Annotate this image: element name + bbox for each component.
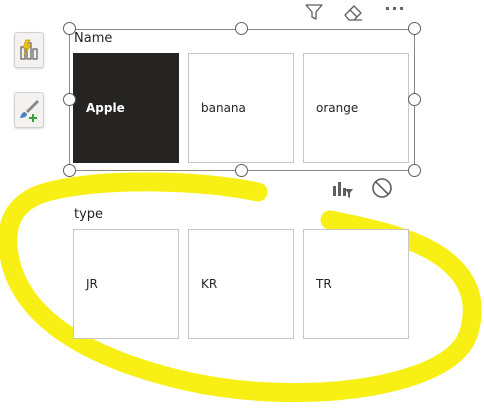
name-slicer-title: Name — [74, 31, 113, 46]
slicer-tile-banana[interactable]: banana — [188, 53, 294, 163]
none-interaction-icon[interactable] — [370, 176, 394, 200]
filter-icon[interactable] — [303, 0, 325, 24]
build-visual-button[interactable] — [14, 32, 44, 68]
format-visual-icon — [20, 100, 39, 122]
resize-handle-middle-right[interactable] — [408, 93, 421, 106]
resize-handle-bottom-left[interactable] — [63, 164, 76, 177]
slicer-tile-orange[interactable]: orange — [303, 53, 409, 163]
resize-handle-top-center[interactable] — [235, 22, 248, 35]
resize-handle-top-right[interactable] — [408, 22, 421, 35]
resize-handle-middle-left[interactable] — [63, 93, 76, 106]
slicer-tile-apple[interactable]: Apple — [73, 53, 179, 163]
more-options-icon[interactable]: ··· — [381, 0, 409, 20]
build-visual-icon — [20, 39, 38, 60]
resize-handle-bottom-right[interactable] — [408, 164, 421, 177]
format-visual-button[interactable] — [14, 92, 44, 128]
slicer-tile-jr[interactable]: JR — [73, 229, 179, 339]
eraser-icon[interactable] — [341, 0, 365, 24]
slicer-tile-kr[interactable]: KR — [188, 229, 294, 339]
slicer-tile-tr[interactable]: TR — [303, 229, 409, 339]
resize-handle-top-left[interactable] — [63, 22, 76, 35]
filter-visual-icon[interactable] — [330, 176, 354, 200]
resize-handle-bottom-center[interactable] — [235, 164, 248, 177]
type-slicer-title: type — [74, 207, 104, 222]
more-options-label: ··· — [384, 0, 406, 18]
